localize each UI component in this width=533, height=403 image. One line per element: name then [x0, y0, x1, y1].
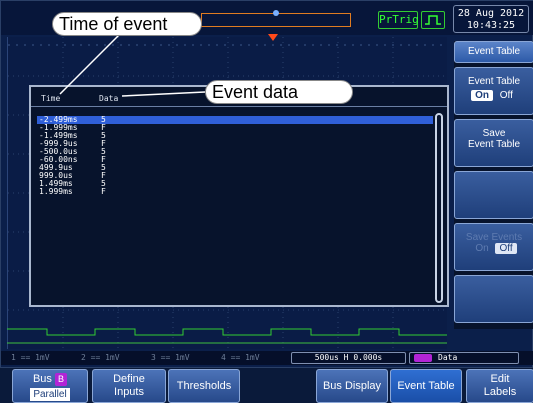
- event-data: F: [101, 187, 106, 196]
- save-label-line2: Event Table: [467, 139, 521, 150]
- menu-title: Event Table: [454, 41, 533, 63]
- define-label-line1: Define: [113, 373, 145, 385]
- bottom-softkey-bar: Bus B Parallel Define Inputs Thresholds …: [0, 368, 533, 403]
- toggle-on-option: On: [471, 90, 493, 101]
- event-table-toggle-button[interactable]: Event Table On Off: [454, 67, 533, 115]
- event-table-rows: -2.499ms 5 -1.999ms F -1.499ms 5 -999.9us F …: [37, 116, 433, 196]
- trigger-position-marker: [273, 10, 279, 16]
- bus-type-value: Parallel: [30, 388, 70, 401]
- event-time: 1.999ms: [39, 187, 73, 196]
- bus-waveform: [7, 323, 447, 347]
- trigger-mode-indicator: PrTrig: [378, 11, 419, 29]
- table-row[interactable]: -2.499ms 5: [37, 116, 433, 124]
- side-softkey-menu: Event Table Event Table On Off Save Even…: [454, 41, 533, 329]
- callout-time-of-event: Time of event: [52, 12, 202, 36]
- bus-b-badge: B: [55, 373, 68, 386]
- define-label-line2: Inputs: [114, 386, 144, 398]
- toggle-off-option: Off: [499, 90, 513, 101]
- channel-3-status: 3 == 1mV: [151, 353, 190, 362]
- column-header-time: Time: [41, 94, 61, 103]
- event-table-panel: Time Data -2.499ms 5 -1.999ms F -1.499ms 5 …: [29, 85, 449, 307]
- channel-1-status: 1 == 1mV: [11, 353, 50, 362]
- bus-display-button[interactable]: Bus Display: [316, 369, 388, 403]
- column-header-data: Data: [99, 94, 119, 103]
- table-row[interactable]: 499.9us 5: [37, 164, 433, 172]
- channel-2-status: 2 == 1mV: [81, 353, 120, 362]
- table-row[interactable]: -999.9us F: [37, 140, 433, 148]
- bus-status-readout: Data: [409, 352, 519, 364]
- bus-select-button[interactable]: Bus B Parallel: [12, 369, 88, 403]
- event-table-toggle-label: Event Table: [467, 76, 521, 87]
- date-time-display: 28 Aug 2012 10:43:25: [453, 5, 529, 33]
- table-row[interactable]: 1.999ms F: [37, 188, 433, 196]
- channel-status-bar: 1 == 1mV 2 == 1mV 3 == 1mV 4 == 1mV 500u…: [1, 351, 533, 365]
- date-text: 28 Aug 2012: [457, 8, 525, 19]
- bus-label: Bus: [32, 373, 52, 385]
- channel-4-status: 4 == 1mV: [221, 353, 260, 362]
- timebase-readout: 500us H 0.000s: [291, 352, 406, 364]
- event-table-scrollbar[interactable]: [435, 113, 443, 303]
- bus-label-text: Data: [438, 353, 458, 362]
- empty-softkey[interactable]: [454, 171, 533, 219]
- save-events-label: Save Events: [465, 232, 523, 243]
- pulse-trigger-icon: [421, 11, 445, 29]
- save-event-table-button[interactable]: Save Event Table: [454, 119, 533, 167]
- save-events-toggle-button[interactable]: Save Events On Off: [454, 223, 533, 271]
- table-row[interactable]: -1.999ms F: [37, 124, 433, 132]
- bus-color-badge: [414, 354, 432, 362]
- table-row[interactable]: -1.499ms 5: [37, 132, 433, 140]
- table-row[interactable]: -60.00ns F: [37, 156, 433, 164]
- define-inputs-button[interactable]: Define Inputs: [92, 369, 166, 403]
- save-events-off-option: Off: [495, 243, 517, 254]
- empty-softkey[interactable]: [454, 275, 533, 323]
- thresholds-button[interactable]: Thresholds: [168, 369, 240, 403]
- time-text: 10:43:25: [466, 20, 516, 31]
- edit-label-line2: Labels: [483, 386, 517, 398]
- save-events-on-option: On: [475, 243, 489, 254]
- table-row[interactable]: -500.0us 5: [37, 148, 433, 156]
- table-row[interactable]: 999.0us F: [37, 172, 433, 180]
- trigger-point-marker: [268, 34, 278, 41]
- callout-event-data: Event data: [205, 80, 353, 104]
- save-label-line1: Save: [482, 128, 506, 139]
- edit-labels-button[interactable]: Edit Labels: [466, 369, 533, 403]
- table-row[interactable]: 1.499ms 5: [37, 180, 433, 188]
- edit-label-line1: Edit: [490, 373, 510, 385]
- event-table-button[interactable]: Event Table: [390, 369, 462, 403]
- scope-screen: PrTrig 28 Aug 2012 10:43:25 Time Data -2…: [0, 0, 533, 368]
